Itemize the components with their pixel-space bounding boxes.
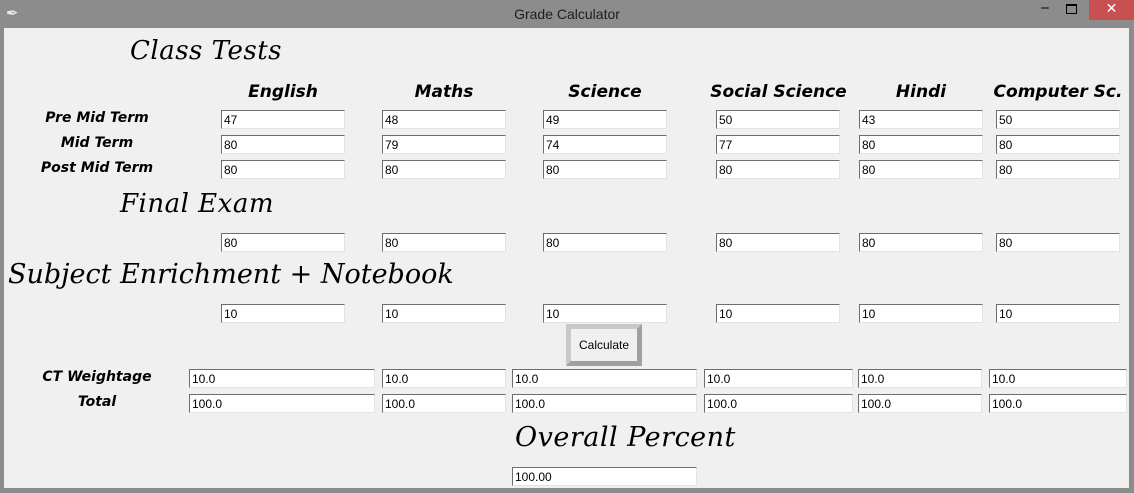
- maximize-button[interactable]: [1060, 0, 1082, 20]
- ct-weightage-social-science-field[interactable]: [704, 369, 853, 388]
- subject-header-hindi: Hindi: [895, 82, 947, 102]
- calculate-button[interactable]: Calculate: [566, 324, 642, 366]
- total-hindi-field[interactable]: [858, 394, 982, 413]
- minimize-button[interactable]: ‒: [1033, 0, 1057, 20]
- class-tests-heading: Class Tests: [130, 36, 283, 66]
- subject-header-science: Science: [568, 82, 642, 102]
- final-exam-english-input[interactable]: [221, 233, 345, 252]
- close-button[interactable]: ✕: [1089, 0, 1134, 20]
- pre-mid-term-social-science-input[interactable]: [716, 110, 840, 129]
- final-exam-computer-sc-input[interactable]: [996, 233, 1120, 252]
- post-mid-term-hindi-input[interactable]: [859, 160, 983, 179]
- total-computer-sc-field[interactable]: [989, 394, 1127, 413]
- post-mid-term-computer-sc-input[interactable]: [996, 160, 1120, 179]
- mid-term-maths-input[interactable]: [382, 135, 506, 154]
- final-exam-hindi-input[interactable]: [859, 233, 983, 252]
- window-frame-left: [0, 28, 4, 493]
- pre-mid-term-english-input[interactable]: [221, 110, 345, 129]
- overall-percent-field[interactable]: [512, 467, 697, 486]
- enrichment-english-input[interactable]: [221, 304, 345, 323]
- pre-mid-term-hindi-input[interactable]: [859, 110, 983, 129]
- pre-mid-term-science-input[interactable]: [543, 110, 667, 129]
- subject-header-social-science: Social Science: [710, 82, 847, 102]
- total-maths-field[interactable]: [382, 394, 506, 413]
- ct-weightage-science-field[interactable]: [512, 369, 697, 388]
- final-exam-maths-input[interactable]: [382, 233, 506, 252]
- ct-weightage-maths-field[interactable]: [382, 369, 506, 388]
- window-frame-bottom: [0, 488, 1134, 493]
- post-mid-term-science-input[interactable]: [543, 160, 667, 179]
- final-exam-heading: Final Exam: [120, 189, 274, 219]
- window-frame-right: [1129, 28, 1134, 493]
- mid-term-science-input[interactable]: [543, 135, 667, 154]
- enrichment-computer-sc-input[interactable]: [996, 304, 1120, 323]
- post-mid-term-social-science-input[interactable]: [716, 160, 840, 179]
- window-title: Grade Calculator: [514, 6, 620, 22]
- ct-weightage-computer-sc-field[interactable]: [989, 369, 1127, 388]
- label-total: Total: [77, 394, 117, 410]
- total-social-science-field[interactable]: [704, 394, 853, 413]
- enrichment-social-science-input[interactable]: [716, 304, 840, 323]
- pre-mid-term-maths-input[interactable]: [382, 110, 506, 129]
- enrichment-maths-input[interactable]: [382, 304, 506, 323]
- subject-header-computer-sc: Computer Sc.: [993, 82, 1123, 102]
- subject-header-maths: Maths: [414, 82, 474, 102]
- total-english-field[interactable]: [189, 394, 375, 413]
- total-science-field[interactable]: [512, 394, 697, 413]
- label-ct-weightage: CT Weightage: [42, 369, 152, 385]
- mid-term-social-science-input[interactable]: [716, 135, 840, 154]
- subject-header-english: English: [248, 82, 318, 102]
- pre-mid-term-computer-sc-input[interactable]: [996, 110, 1120, 129]
- label-pre-mid-term: Pre Mid Term: [45, 110, 149, 126]
- final-exam-science-input[interactable]: [543, 233, 667, 252]
- label-mid-term: Mid Term: [60, 135, 134, 151]
- ct-weightage-hindi-field[interactable]: [858, 369, 982, 388]
- overall-percent-heading: Overall Percent: [515, 422, 736, 453]
- ct-weightage-english-field[interactable]: [189, 369, 375, 388]
- maximize-icon: [1066, 4, 1077, 14]
- final-exam-social-science-input[interactable]: [716, 233, 840, 252]
- mid-term-english-input[interactable]: [221, 135, 345, 154]
- post-mid-term-english-input[interactable]: [221, 160, 345, 179]
- mid-term-hindi-input[interactable]: [859, 135, 983, 154]
- enrichment-hindi-input[interactable]: [859, 304, 983, 323]
- post-mid-term-maths-input[interactable]: [382, 160, 506, 179]
- enrichment-science-input[interactable]: [543, 304, 667, 323]
- label-post-mid-term: Post Mid Term: [40, 160, 154, 176]
- subject-enrichment-heading: Subject Enrichment + Notebook: [8, 259, 454, 290]
- mid-term-computer-sc-input[interactable]: [996, 135, 1120, 154]
